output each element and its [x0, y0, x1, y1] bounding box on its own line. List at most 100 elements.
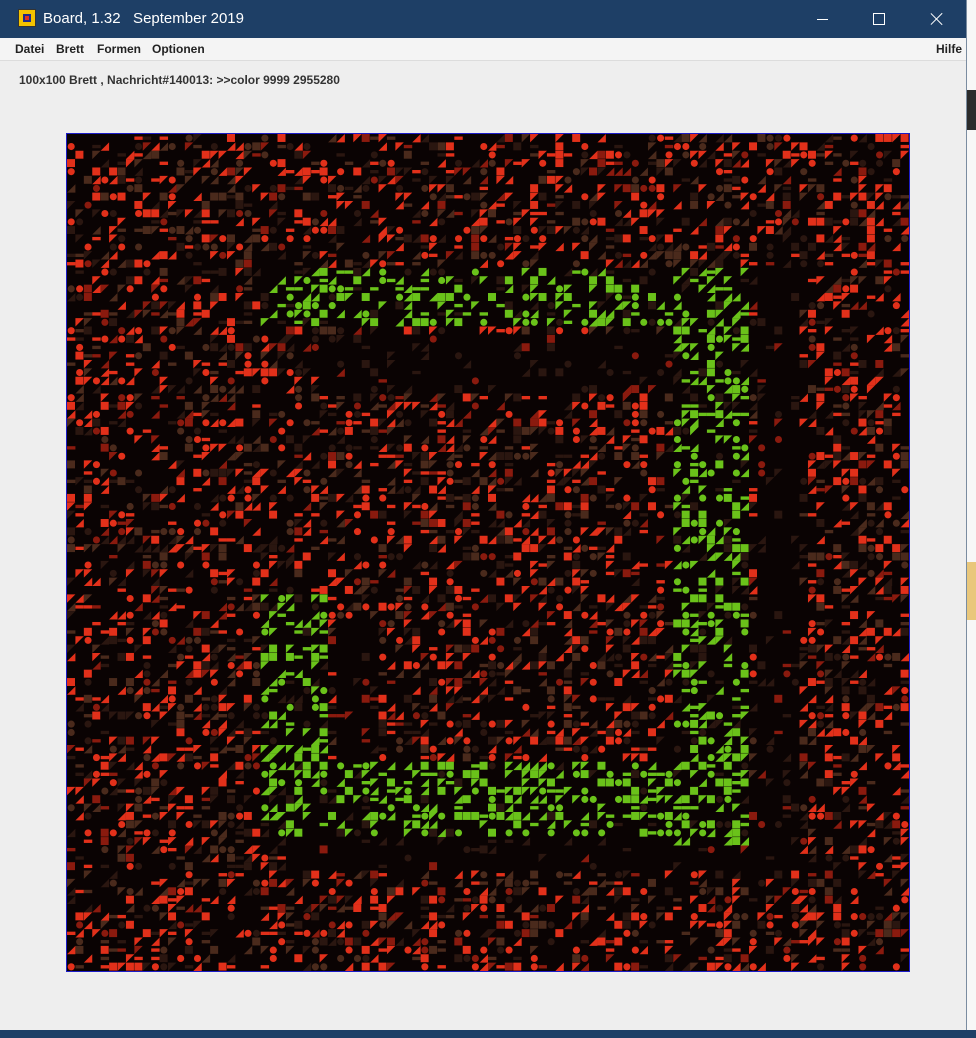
board-cell[interactable]: [740, 745, 749, 753]
board-cell[interactable]: [892, 703, 900, 711]
board-cell[interactable]: [142, 655, 152, 659]
board-cell[interactable]: [361, 259, 371, 268]
board-cell[interactable]: [362, 929, 370, 937]
board-cell[interactable]: [791, 242, 800, 251]
board-cell[interactable]: [765, 345, 775, 350]
board-cell[interactable]: [403, 795, 412, 804]
board-cell[interactable]: [235, 655, 244, 659]
board-cell[interactable]: [850, 887, 858, 896]
board-cell[interactable]: [766, 251, 774, 259]
board-cell[interactable]: [715, 870, 724, 879]
board-cell[interactable]: [496, 878, 505, 888]
board-cell[interactable]: [462, 945, 471, 954]
board-cell[interactable]: [673, 502, 682, 511]
board-cell[interactable]: [311, 161, 320, 165]
board-cell[interactable]: [799, 820, 808, 829]
board-cell[interactable]: [134, 761, 143, 771]
board-cell[interactable]: [311, 376, 320, 386]
board-cell[interactable]: [201, 477, 211, 486]
board-cell[interactable]: [740, 468, 750, 478]
board-cell[interactable]: [723, 334, 733, 344]
board-cell[interactable]: [420, 312, 430, 316]
board-cell[interactable]: [513, 755, 522, 760]
board-cell[interactable]: [235, 485, 244, 494]
board-cell[interactable]: [445, 169, 455, 174]
board-cell[interactable]: [353, 795, 362, 804]
board-cell[interactable]: [859, 159, 867, 167]
board-cell[interactable]: [774, 209, 783, 218]
board-cell[interactable]: [260, 652, 269, 661]
board-cell[interactable]: [210, 711, 219, 720]
board-cell[interactable]: [269, 920, 278, 930]
board-cell[interactable]: [673, 368, 682, 377]
board-cell[interactable]: [210, 703, 218, 711]
board-cell[interactable]: [656, 906, 665, 910]
board-cell[interactable]: [252, 461, 260, 469]
board-cell[interactable]: [92, 410, 101, 418]
board-cell[interactable]: [471, 669, 480, 679]
board-cell[interactable]: [782, 175, 792, 185]
board-cell[interactable]: [420, 318, 429, 327]
board-cell[interactable]: [429, 754, 437, 762]
board-cell[interactable]: [210, 284, 219, 294]
board-cell[interactable]: [378, 864, 387, 869]
board-cell[interactable]: [75, 786, 84, 796]
board-cell[interactable]: [420, 343, 430, 352]
board-cell[interactable]: [707, 394, 715, 402]
board-cell[interactable]: [396, 184, 404, 192]
board-cell[interactable]: [421, 444, 429, 452]
board-cell[interactable]: [605, 426, 615, 436]
board-cell[interactable]: [640, 419, 648, 427]
board-cell[interactable]: [244, 486, 252, 494]
board-cell[interactable]: [261, 854, 269, 862]
board-cell[interactable]: [176, 276, 185, 285]
board-cell[interactable]: [285, 552, 295, 561]
board-cell[interactable]: [665, 260, 673, 268]
board-cell[interactable]: [631, 312, 640, 316]
board-cell[interactable]: [125, 954, 135, 963]
board-cell[interactable]: [261, 628, 269, 636]
board-cell[interactable]: [336, 493, 345, 503]
board-cell[interactable]: [445, 443, 455, 453]
board-cell[interactable]: [807, 418, 817, 427]
board-cell[interactable]: [791, 209, 800, 218]
board-cell[interactable]: [226, 577, 236, 586]
board-cell[interactable]: [883, 820, 893, 829]
board-cell[interactable]: [151, 845, 160, 854]
board-cell[interactable]: [883, 228, 893, 232]
board-cell[interactable]: [75, 477, 84, 486]
board-cell[interactable]: [883, 686, 893, 695]
board-cell[interactable]: [715, 535, 724, 545]
board-cell[interactable]: [858, 837, 867, 846]
board-cell[interactable]: [807, 513, 817, 517]
board-cell[interactable]: [807, 937, 817, 946]
board-cell[interactable]: [488, 839, 497, 843]
board-cell[interactable]: [859, 728, 867, 736]
board-cell[interactable]: [479, 226, 488, 235]
board-cell[interactable]: [597, 527, 606, 536]
board-cell[interactable]: [100, 772, 110, 776]
board-cell[interactable]: [243, 462, 253, 467]
board-cell[interactable]: [690, 200, 699, 209]
board-cell[interactable]: [370, 318, 379, 327]
board-cell[interactable]: [858, 209, 867, 218]
board-cell[interactable]: [572, 560, 581, 569]
board-cell[interactable]: [294, 142, 303, 151]
board-cell[interactable]: [285, 820, 294, 829]
board-cell[interactable]: [690, 871, 698, 879]
board-cell[interactable]: [740, 259, 750, 268]
board-cell[interactable]: [546, 334, 555, 343]
board-cell[interactable]: [842, 218, 850, 226]
board-cell[interactable]: [151, 678, 160, 687]
board-cell[interactable]: [732, 318, 741, 327]
board-cell[interactable]: [125, 334, 134, 343]
board-cell[interactable]: [109, 779, 117, 787]
board-cell[interactable]: [597, 878, 606, 888]
board-cell[interactable]: [673, 242, 682, 252]
board-cell[interactable]: [866, 611, 876, 620]
board-cell[interactable]: [311, 695, 319, 703]
board-cell[interactable]: [395, 887, 404, 896]
board-cell[interactable]: [555, 962, 564, 971]
board-cell[interactable]: [159, 161, 169, 165]
board-cell[interactable]: [76, 285, 84, 293]
